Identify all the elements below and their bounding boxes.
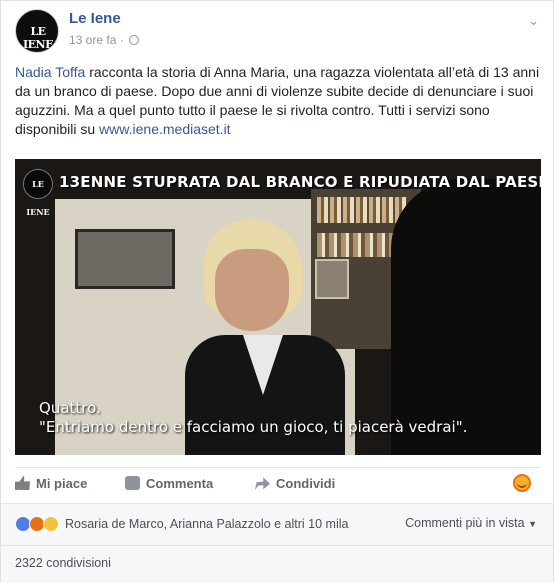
post-text: Nadia Toffa racconta la storia di Anna M…: [15, 63, 543, 139]
share-button[interactable]: Condividi: [255, 476, 335, 491]
share-label: Condividi: [276, 476, 336, 491]
page-name[interactable]: Le Iene: [69, 10, 121, 27]
reactions-summary: Rosaria de Marco, Arianna Palazzolo e al…: [1, 503, 553, 545]
author-link[interactable]: Nadia Toffa: [15, 64, 85, 80]
comment-button[interactable]: Commenta: [125, 476, 213, 491]
reaction-picker-icon[interactable]: [511, 472, 535, 496]
comment-sort-label: Commenti più in vista: [405, 516, 525, 530]
caret-down-icon: ▼: [528, 519, 537, 529]
video-headline: 13ENNE STUPRATA DAL BRANCO E RIPUDIATA D…: [59, 173, 541, 191]
video-logo: LE IENE: [23, 169, 53, 217]
timestamp[interactable]: 13 ore fa: [69, 33, 116, 47]
face: [215, 249, 289, 331]
facebook-post: LE IENE Le Iene 13 ore fa · ⌄ Nadia Toff…: [0, 0, 554, 583]
shares-row: 2322 condivisioni: [1, 545, 553, 583]
sad-reaction-icon[interactable]: [43, 516, 59, 532]
comment-label: Commenta: [146, 476, 214, 491]
subtitle-line: "Entriamo dentro e facciamo un gioco, ti…: [39, 418, 468, 436]
le-iene-logo: LE IENE: [23, 25, 53, 51]
post-body: racconta la storia di Anna Maria, una ra…: [15, 64, 540, 137]
like-label: Mi piace: [36, 476, 88, 491]
video-subtitle: Quattro. "Entriamo dentro e facciamo un …: [39, 399, 519, 437]
wall-picture: [75, 229, 175, 289]
page-avatar[interactable]: LE IENE: [15, 9, 59, 53]
like-button[interactable]: Mi piace: [15, 476, 87, 491]
share-icon: [255, 477, 270, 490]
chevron-down-icon[interactable]: ⌄: [528, 13, 539, 29]
post-meta: 13 ore fa ·: [69, 33, 140, 47]
globe-icon: [129, 35, 140, 45]
comment-icon: [125, 476, 140, 490]
separator: ·: [119, 33, 124, 47]
video-thumbnail[interactable]: LE IENE 13ENNE STUPRATA DAL BRANCO E RIP…: [15, 159, 541, 455]
shares-count[interactable]: 2322 condivisioni: [15, 556, 111, 570]
post-header: LE IENE Le Iene 13 ore fa · ⌄: [15, 9, 541, 55]
comment-sort-dropdown[interactable]: Commenti più in vista ▼: [405, 516, 537, 530]
subtitle-line: Quattro.: [39, 399, 101, 417]
action-bar: Mi piace Commenta Condividi: [15, 467, 541, 501]
site-link[interactable]: www.iene.mediaset.it: [99, 121, 231, 137]
reactors-list[interactable]: Rosaria de Marco, Arianna Palazzolo e al…: [65, 517, 348, 531]
thumbs-up-icon: [15, 476, 30, 490]
